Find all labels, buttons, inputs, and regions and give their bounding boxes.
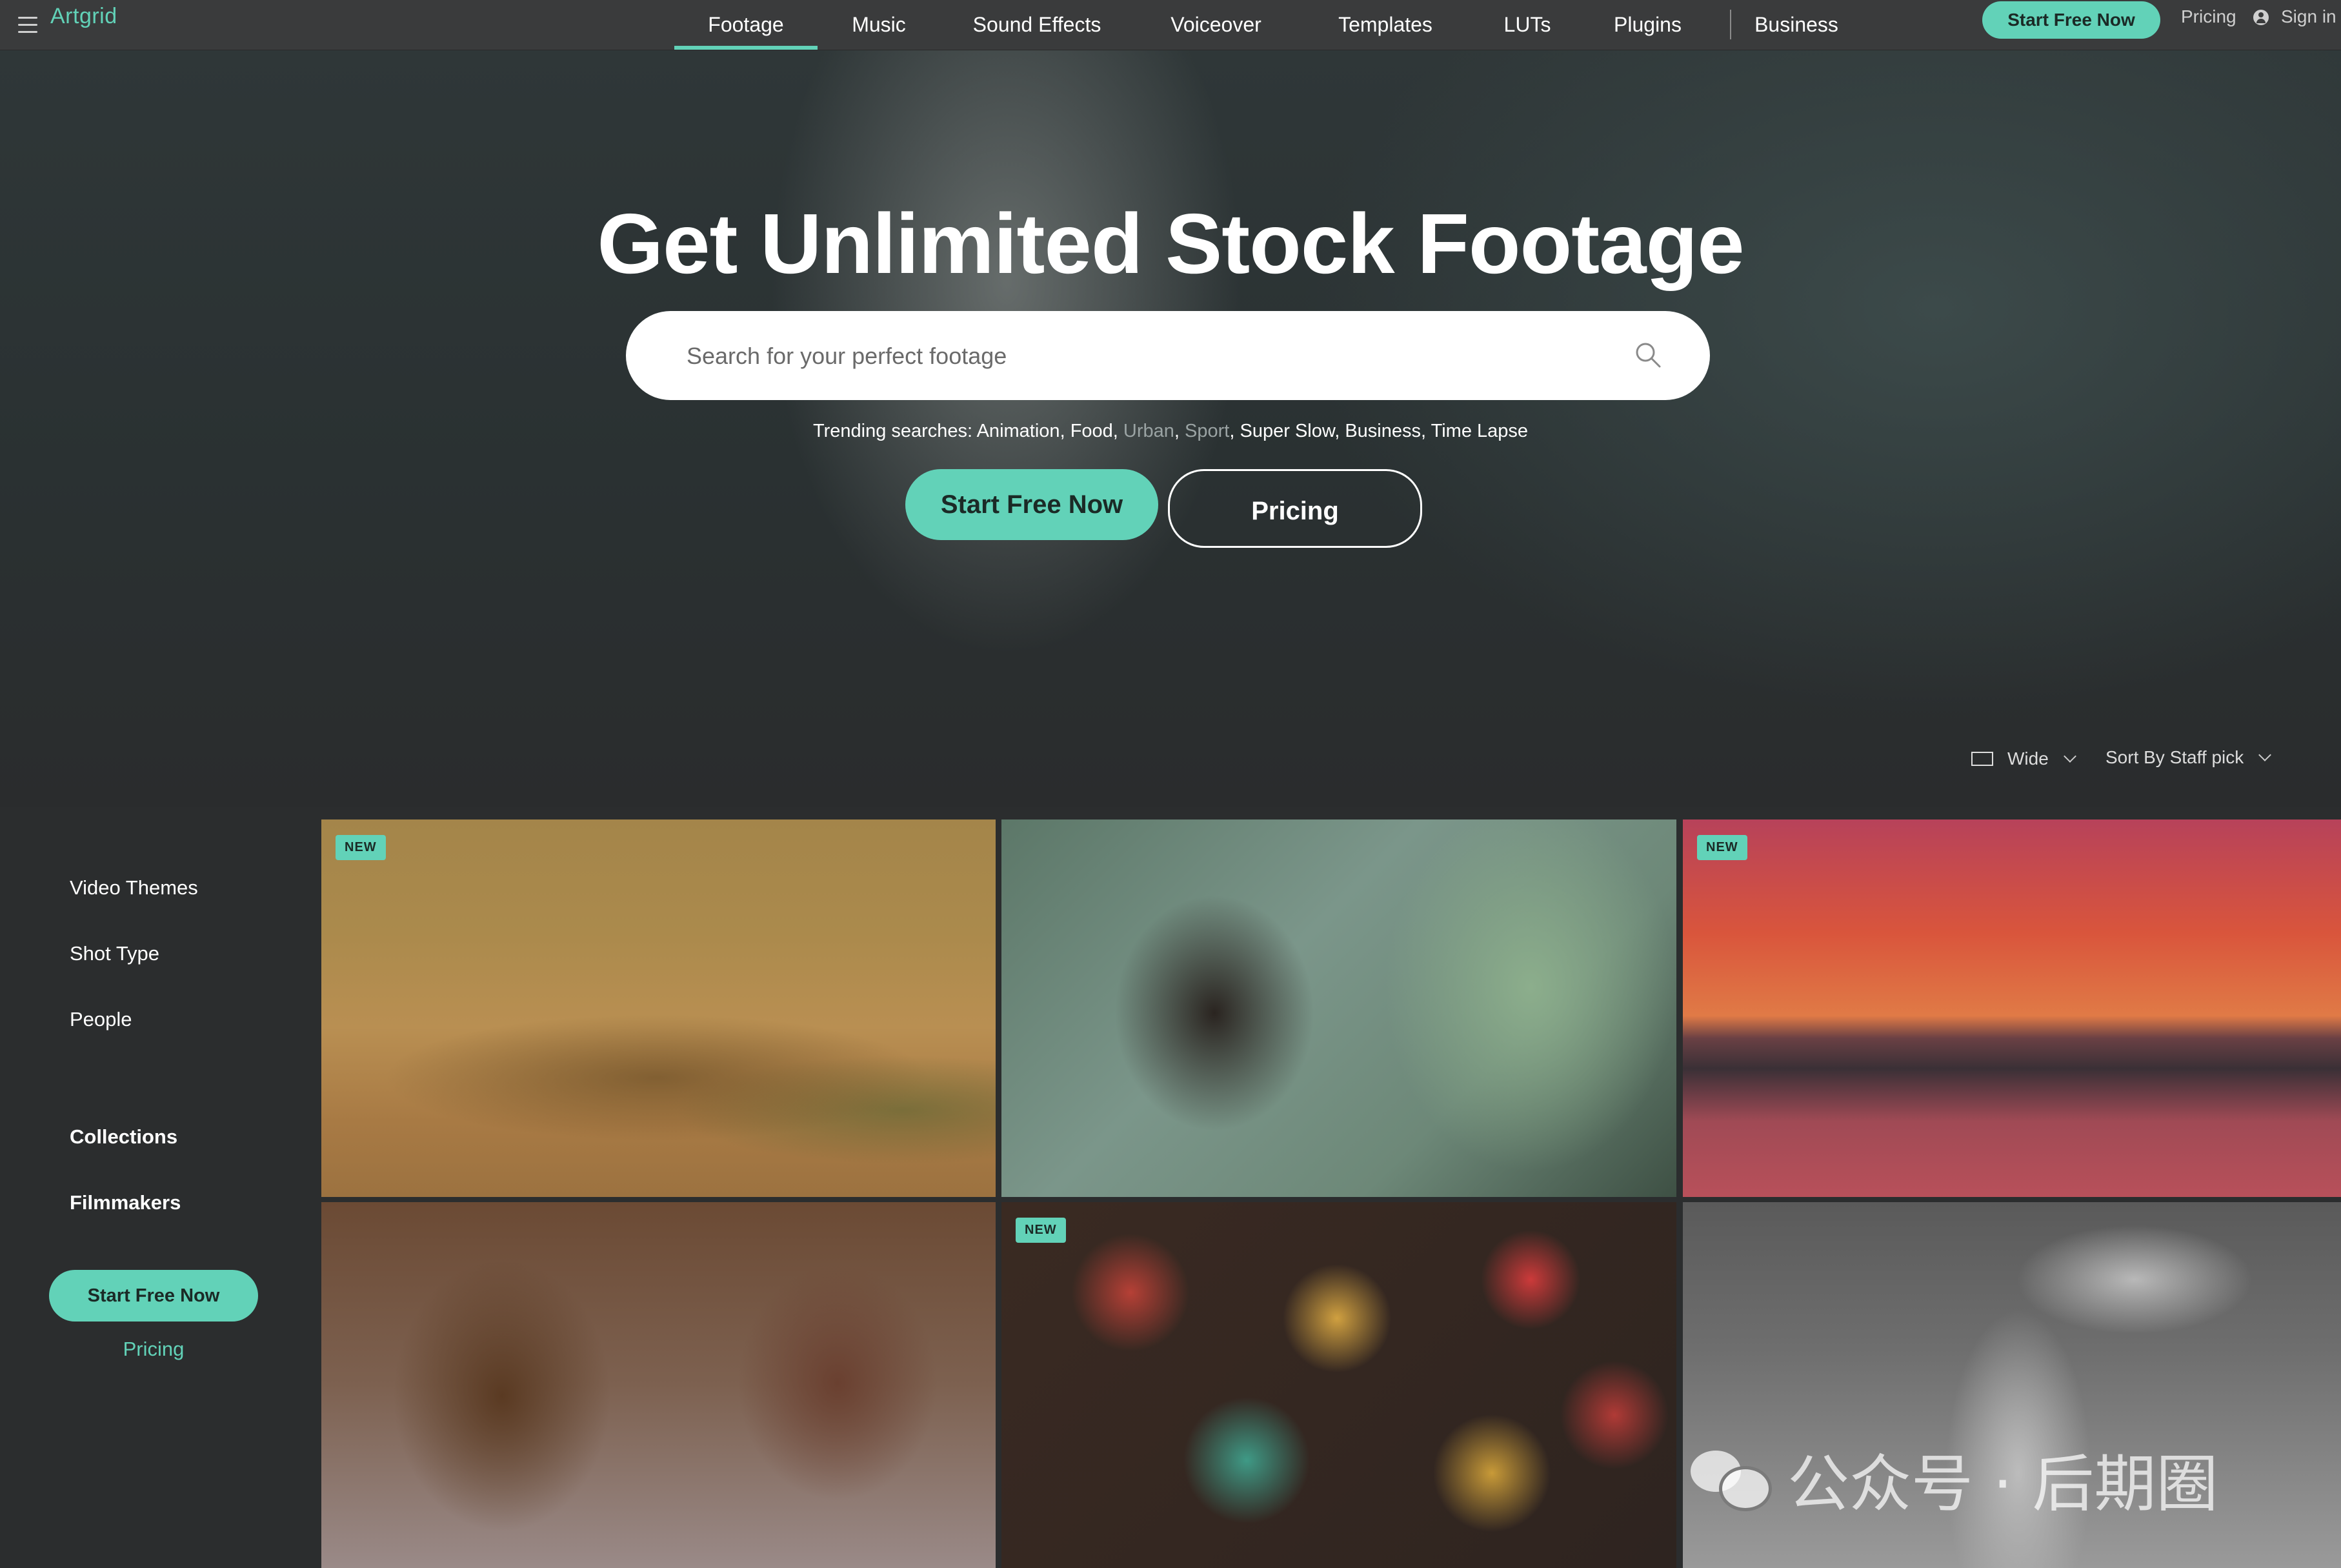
nav-divider — [1730, 10, 1731, 39]
sign-in-link[interactable]: Sign in — [2281, 6, 2336, 27]
footage-tile-kids-drinks[interactable] — [321, 1202, 996, 1568]
trending-food[interactable]: Food — [1070, 421, 1113, 441]
tab-plugins[interactable]: Plugins — [1582, 0, 1713, 50]
new-badge: NEW — [1016, 1218, 1066, 1243]
sidebar-item-shot-type[interactable]: Shot Type — [70, 942, 159, 965]
trending-urban[interactable]: Urban — [1123, 421, 1174, 441]
nav-tabs: Footage Music Sound Effects Voiceover Te… — [674, 0, 1845, 50]
view-select[interactable]: Wide — [1971, 749, 2076, 769]
trending-label: Trending searches: — [812, 421, 973, 441]
tab-music[interactable]: Music — [818, 0, 940, 50]
trending-searches: Trending searches: Animation, Food, Urba… — [812, 421, 1529, 441]
trending-sport[interactable]: Sport — [1185, 421, 1229, 441]
sidebar-item-people[interactable]: People — [70, 1008, 132, 1031]
sidebar-item-collections[interactable]: Collections — [70, 1125, 177, 1149]
hero-section: Get Unlimited Stock Footage Trending sea… — [0, 50, 2341, 807]
footage-tile-factory-sunset[interactable]: NEW — [1683, 819, 2341, 1197]
top-navigation: Artgrid Footage Music Sound Effects Voic… — [0, 0, 2341, 50]
sidebar-pricing-link[interactable]: Pricing — [0, 1338, 307, 1361]
trending-animation[interactable]: Animation — [977, 421, 1060, 441]
sort-select-label: Sort By Staff pick — [2105, 747, 2244, 767]
footage-tile-woman-car-window[interactable] — [1001, 819, 1676, 1197]
trending-time-lapse[interactable]: Time Lapse — [1431, 421, 1528, 441]
tab-footage[interactable]: Footage — [674, 0, 818, 50]
sidebar-item-filmmakers[interactable]: Filmmakers — [70, 1191, 181, 1214]
footage-tile-camels-desert[interactable]: NEW — [321, 819, 996, 1197]
hero-title: Get Unlimited Stock Footage — [597, 196, 1744, 291]
sidebar-item-video-themes[interactable]: Video Themes — [70, 876, 198, 900]
search-bar[interactable] — [626, 311, 1710, 401]
sort-select[interactable]: Sort By Staff pick — [2105, 747, 2272, 768]
new-badge: NEW — [336, 835, 386, 860]
hamburger-menu-icon[interactable] — [18, 17, 37, 34]
new-badge: NEW — [1697, 835, 1747, 860]
trending-business[interactable]: Business — [1345, 421, 1421, 441]
wide-layout-icon — [1971, 752, 1993, 766]
watermark-text: 公众号 · 后期圈 — [1787, 1448, 2218, 1520]
hero-start-free-now-button[interactable]: Start Free Now — [905, 469, 1158, 540]
watermark: 公众号 · 后期圈 — [1691, 1434, 2218, 1523]
chevron-down-icon — [2063, 750, 2076, 763]
chevron-down-icon — [2258, 749, 2272, 761]
hero-pricing-button[interactable]: Pricing — [1168, 469, 1422, 548]
tab-business[interactable]: Business — [1748, 0, 1845, 50]
tab-templates[interactable]: Templates — [1298, 0, 1472, 50]
user-icon[interactable] — [2253, 10, 2269, 25]
trending-super-slow[interactable]: Super Slow — [1240, 421, 1335, 441]
view-select-label: Wide — [2007, 749, 2049, 769]
tab-voiceover[interactable]: Voiceover — [1134, 0, 1298, 50]
pricing-link[interactable]: Pricing — [2181, 6, 2236, 27]
footage-tile-ornaments[interactable]: NEW — [1001, 1202, 1676, 1568]
tab-sound-effects[interactable]: Sound Effects — [940, 0, 1134, 50]
search-input[interactable] — [685, 311, 1591, 401]
start-free-now-button[interactable]: Start Free Now — [1982, 1, 2160, 39]
tab-luts[interactable]: LUTs — [1472, 0, 1582, 50]
wechat-icon — [1691, 1447, 1772, 1511]
search-icon[interactable] — [1634, 341, 1662, 369]
sidebar-start-free-now-button[interactable]: Start Free Now — [49, 1270, 258, 1322]
artgrid-logo[interactable]: Artgrid — [50, 4, 117, 29]
sidebar: Video Themes Shot Type People Collection… — [0, 807, 319, 1568]
